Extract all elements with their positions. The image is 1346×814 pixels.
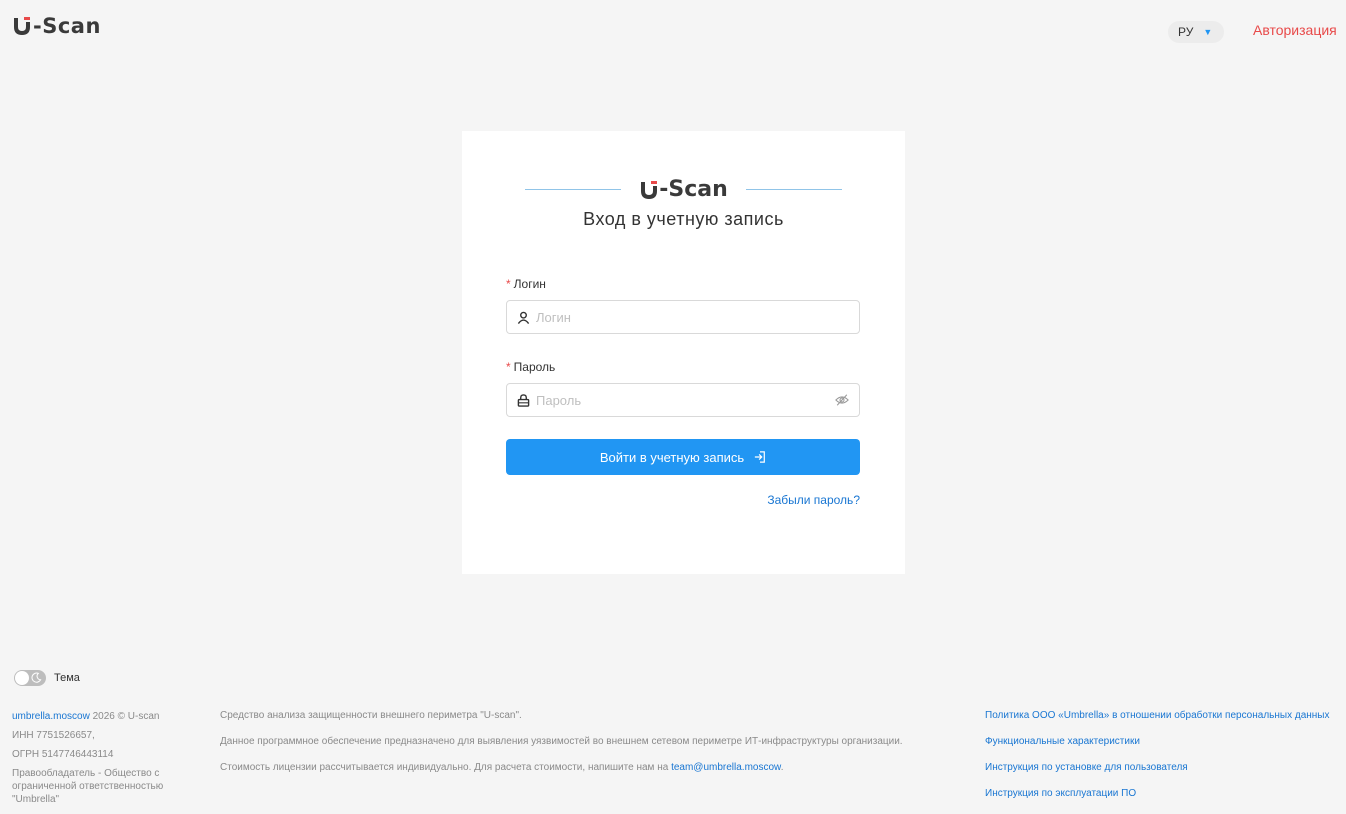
required-mark: * xyxy=(506,360,511,374)
user-manual-link[interactable]: Инструкция по эксплуатации ПО xyxy=(985,788,1330,801)
features-link[interactable]: Функциональные характеристики xyxy=(985,736,1330,749)
password-field[interactable] xyxy=(506,383,860,417)
submit-label: Войти в учетную запись xyxy=(599,449,745,465)
page-title: Вход в учетную запись xyxy=(583,209,784,229)
install-guide-link[interactable]: Инструкция по установке для пользователя xyxy=(985,762,1330,775)
toggle-knob xyxy=(15,671,29,685)
footer-desc-1: Средство анализа защищенности внешнего п… xyxy=(220,710,522,721)
footer-ogrn: ОГРН 5147746443114 xyxy=(12,749,114,760)
desc-3-suffix: . xyxy=(780,762,784,773)
login-label: * Логин xyxy=(506,277,546,291)
required-mark: * xyxy=(506,277,511,291)
login-icon xyxy=(755,451,766,463)
footer-company-info: umbrella.moscow 2026 © U-scan ИНН 775152… xyxy=(12,710,192,812)
moon-icon xyxy=(31,672,42,683)
privacy-policy-link[interactable]: Политика ООО «Umbrella» в отношении обра… xyxy=(985,710,1330,723)
top-bar: -Scan РУ ▼ Авторизация xyxy=(0,0,1346,60)
app-logo[interactable]: -Scan xyxy=(12,14,101,38)
login-card: -Scan Вход в учетную запись *Логин *Паро… xyxy=(462,131,905,574)
login-input[interactable] xyxy=(534,308,828,326)
card-logo-text: -Scan xyxy=(659,177,728,202)
login-field[interactable] xyxy=(506,300,860,334)
password-label-text: Пароль xyxy=(513,360,556,374)
auth-link[interactable]: Авторизация xyxy=(1253,22,1337,38)
language-select[interactable]: РУ ▼ xyxy=(1168,21,1224,43)
divider-left xyxy=(525,189,622,190)
divider-right xyxy=(745,189,842,190)
email-link[interactable]: team@umbrella.moscow xyxy=(671,762,781,773)
logo-text: -Scan xyxy=(33,14,101,38)
theme-switch[interactable]: Тема xyxy=(14,670,80,686)
umbrella-logo-icon xyxy=(14,17,30,35)
footer-inn: ИНН 7751526657, xyxy=(12,730,95,741)
eye-off-icon[interactable] xyxy=(835,393,849,407)
card-logo: -Scan xyxy=(462,177,905,202)
footer-desc-2: Данное программное обеспечение предназна… xyxy=(220,736,903,747)
desc-3-prefix: Стоимость лицензии рассчитывается индиви… xyxy=(220,762,672,773)
password-input[interactable] xyxy=(534,391,828,409)
login-label-text: Логин xyxy=(513,277,546,291)
footer-links: Политика ООО «Umbrella» в отношении обра… xyxy=(985,710,1330,814)
caret-down-icon: ▼ xyxy=(1203,27,1213,37)
footer-rightholder: Правообладатель - Общество с ограниченно… xyxy=(12,768,164,805)
footer-description: Средство анализа защищенности внешнего п… xyxy=(220,710,903,788)
forgot-password-link[interactable]: Забыли пароль? xyxy=(767,493,860,507)
password-label: * Пароль xyxy=(506,360,555,374)
lock-icon xyxy=(517,393,530,407)
user-icon xyxy=(517,311,530,324)
theme-toggle[interactable] xyxy=(14,670,46,686)
card-brand: -Scan xyxy=(639,177,728,202)
theme-label: Тема xyxy=(54,672,80,684)
copyright-text: 2026 © U-scan xyxy=(89,711,160,722)
footer-copyright: umbrella.moscow 2026 © U-scan xyxy=(12,710,192,723)
site-link[interactable]: umbrella.moscow xyxy=(12,711,90,722)
language-value: РУ xyxy=(1178,25,1194,39)
footer-desc-3: Стоимость лицензии рассчитывается индиви… xyxy=(220,762,903,775)
umbrella-logo-icon xyxy=(641,180,658,199)
login-submit-button[interactable]: Войти в учетную запись xyxy=(506,439,860,475)
